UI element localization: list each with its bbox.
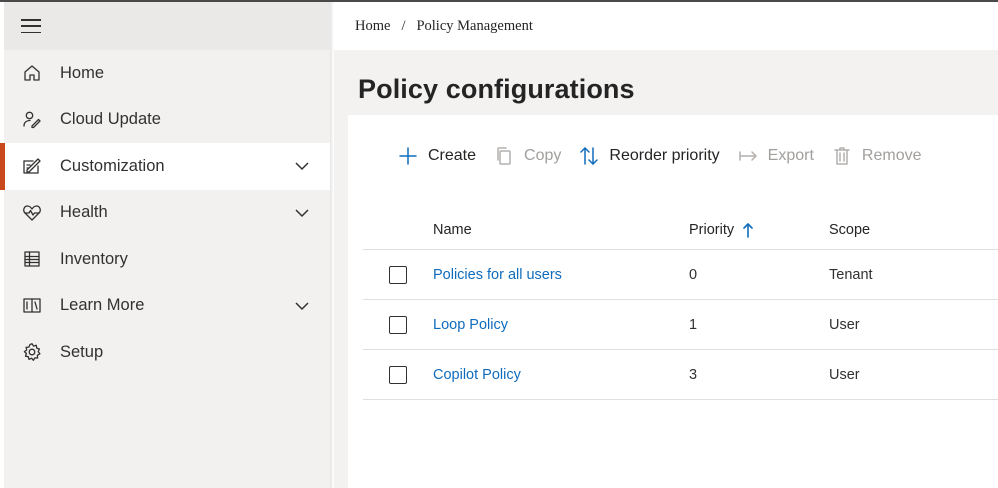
- remove-label: Remove: [861, 147, 922, 164]
- sidebar-item-inventory[interactable]: Inventory: [4, 236, 330, 283]
- sidebar-item-health[interactable]: Health: [4, 190, 330, 237]
- policy-table: Name Priority Scope Policies for all use…: [363, 210, 998, 400]
- column-header-priority[interactable]: Priority: [689, 222, 829, 238]
- row-checkbox[interactable]: [389, 265, 407, 284]
- edit-settings-icon: [21, 155, 43, 177]
- main-content: Policy configurations Create Copy Reorde…: [334, 50, 998, 488]
- sidebar-header: [4, 2, 330, 50]
- sidebar-item-label: Home: [60, 63, 105, 82]
- arrow-sort-icon: [579, 146, 599, 166]
- policy-scope: Tenant: [829, 266, 873, 283]
- content-card: Create Copy Reorder priority Export Remo…: [348, 115, 998, 488]
- policy-priority: 1: [689, 316, 698, 333]
- policy-name-link[interactable]: Loop Policy: [433, 317, 508, 333]
- book-icon: [21, 295, 43, 317]
- copy-button[interactable]: Copy: [494, 146, 561, 166]
- sidebar-item-label: Inventory: [60, 249, 128, 268]
- sidebar-item-home[interactable]: Home: [4, 50, 330, 97]
- sidebar-nav: Home Cloud Update Customization Health I…: [0, 50, 330, 376]
- row-checkbox[interactable]: [389, 365, 407, 384]
- row-checkbox[interactable]: [389, 315, 407, 334]
- reorder-priority-button[interactable]: Reorder priority: [579, 146, 720, 166]
- sort-ascending-icon: [742, 222, 754, 238]
- sidebar-item-setup[interactable]: Setup: [4, 329, 330, 376]
- export-label: Export: [767, 147, 814, 164]
- table-row[interactable]: Policies for all users 0 Tenant: [363, 250, 998, 300]
- policy-name-link[interactable]: Policies for all users: [433, 267, 562, 283]
- sidebar-item-label: Learn More: [60, 296, 145, 315]
- hamburger-menu-icon[interactable]: [21, 19, 41, 33]
- home-icon: [21, 62, 43, 84]
- breadcrumb: Home / Policy Management: [334, 2, 998, 50]
- sidebar-item-label: Health: [60, 203, 108, 222]
- chevron-down-icon[interactable]: [294, 158, 310, 174]
- policy-scope: User: [829, 316, 860, 333]
- sidebar-item-learn-more[interactable]: Learn More: [4, 283, 330, 330]
- export-button[interactable]: Export: [738, 146, 814, 166]
- column-header-priority-label: Priority: [689, 221, 735, 238]
- arrow-export-icon: [738, 146, 758, 166]
- create-label: Create: [428, 147, 477, 164]
- reorder-priority-label: Reorder priority: [609, 147, 720, 164]
- sidebar: Home Cloud Update Customization Health I…: [0, 2, 330, 488]
- sidebar-item-cloud-update[interactable]: Cloud Update: [4, 97, 330, 144]
- person-sync-icon: [21, 109, 43, 131]
- chevron-down-icon[interactable]: [294, 205, 310, 221]
- column-header-name[interactable]: Name: [433, 222, 689, 238]
- copy-label: Copy: [524, 147, 562, 164]
- command-bar: Create Copy Reorder priority Export Remo…: [398, 143, 939, 169]
- policy-priority: 3: [689, 366, 698, 383]
- policy-priority: 0: [689, 266, 698, 283]
- breadcrumb-home[interactable]: Home: [355, 18, 390, 35]
- column-header-scope[interactable]: Scope: [829, 222, 989, 238]
- page-title: Policy configurations: [358, 74, 635, 104]
- table-icon: [21, 248, 43, 270]
- sidebar-item-label: Customization: [60, 156, 165, 175]
- policy-scope: User: [829, 366, 860, 383]
- add-icon: [398, 146, 418, 166]
- table-header: Name Priority Scope: [363, 210, 998, 250]
- remove-button[interactable]: Remove: [832, 146, 922, 166]
- copy-icon: [494, 146, 514, 166]
- sidebar-item-label: Setup: [60, 342, 104, 361]
- sidebar-item-label: Cloud Update: [60, 110, 161, 129]
- breadcrumb-separator: /: [401, 17, 406, 34]
- sidebar-item-customization[interactable]: Customization: [0, 143, 330, 190]
- breadcrumb-current: Policy Management: [416, 17, 533, 34]
- heart-pulse-icon: [21, 202, 43, 224]
- create-button[interactable]: Create: [398, 146, 476, 166]
- gear-icon: [21, 341, 43, 363]
- delete-icon: [832, 146, 852, 166]
- table-row[interactable]: Copilot Policy 3 User: [363, 350, 998, 400]
- table-row[interactable]: Loop Policy 1 User: [363, 300, 998, 350]
- policy-name-link[interactable]: Copilot Policy: [433, 367, 521, 383]
- chevron-down-icon[interactable]: [294, 298, 310, 314]
